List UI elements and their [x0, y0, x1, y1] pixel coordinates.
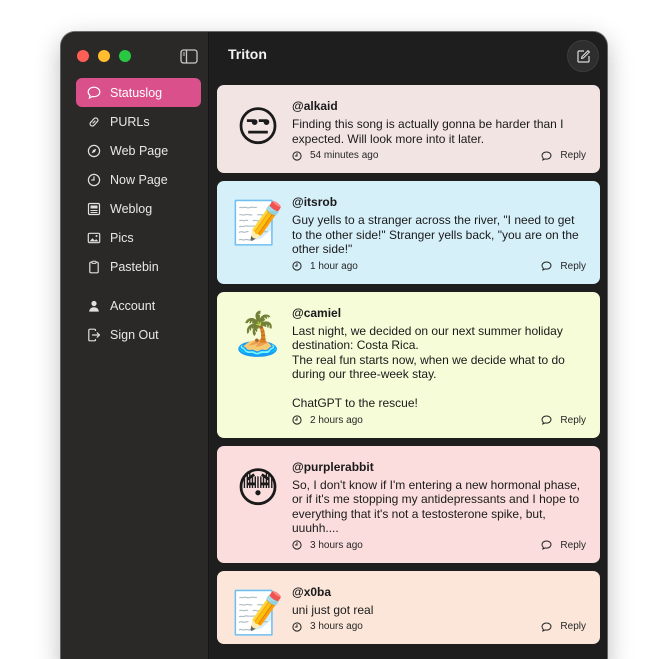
- reply-label: Reply: [560, 621, 586, 632]
- avatar: 🏝️: [231, 309, 285, 357]
- close-window-button[interactable]: [77, 50, 89, 62]
- reply-label: Reply: [560, 539, 586, 551]
- post-meta: 3 hours ago Reply: [292, 540, 586, 551]
- clipboard-icon: [86, 259, 102, 275]
- avatar: 😳: [236, 463, 280, 511]
- post-handle[interactable]: @alkaid: [292, 99, 586, 113]
- sidebar-item-label: Statuslog: [110, 85, 163, 100]
- app-title: Triton: [228, 46, 267, 62]
- post-meta: 2 hours ago Reply: [292, 415, 586, 426]
- reply-bubble-icon: [541, 540, 556, 550]
- status-feed: 😒 @alkaid Finding this song is actually go…: [217, 85, 600, 652]
- clock-icon: [292, 621, 306, 632]
- reply-button[interactable]: Reply: [541, 261, 586, 272]
- timestamp-text: 3 hours ago: [310, 621, 363, 632]
- sidebar: Statuslog PURLs Web Page Now Page Weblog…: [61, 32, 209, 659]
- reply-bubble-icon: [541, 415, 556, 425]
- sidebar-item-account[interactable]: Account: [76, 291, 201, 320]
- post-meta: 3 hours ago Reply: [292, 621, 586, 632]
- timestamp-text: 1 hour ago: [310, 260, 358, 272]
- reply-label: Reply: [560, 414, 586, 426]
- status-card[interactable]: 📝 @x0ba uni just got real 3 hours ago Reply: [217, 570, 600, 644]
- reply-button[interactable]: Reply: [541, 150, 586, 161]
- sidebar-item-pastebin[interactable]: Pastebin: [76, 252, 201, 281]
- timestamp-text: 3 hours ago: [310, 539, 363, 551]
- reply-label: Reply: [560, 150, 586, 161]
- clock-icon: [292, 540, 306, 550]
- post-handle[interactable]: @camiel: [292, 306, 586, 320]
- post-text: Finding this song is actually gonna be h…: [292, 117, 564, 146]
- avatar: 📝: [231, 199, 285, 246]
- post-timestamp[interactable]: 54 minutes ago: [292, 150, 378, 161]
- post-meta: 54 minutes ago Reply: [292, 150, 586, 161]
- sidebar-item-weblog[interactable]: Weblog: [76, 194, 201, 223]
- status-card[interactable]: 🏝️ @camiel Last night, we decided on our n…: [217, 291, 600, 438]
- post-meta: 1 hour ago Reply: [292, 261, 586, 272]
- compose-button[interactable]: [567, 40, 599, 72]
- sidebar-item-label: Account: [110, 298, 156, 313]
- sidebar-toggle-icon[interactable]: [179, 46, 199, 66]
- post-handle[interactable]: @itsrob: [292, 195, 586, 209]
- post-text: uni just got real: [292, 602, 374, 617]
- sidebar-item-label: Now Page: [110, 172, 168, 187]
- timestamp-text: 2 hours ago: [310, 414, 363, 426]
- sidebar-item-label: Web Page: [110, 143, 169, 158]
- clock-icon: [292, 261, 306, 271]
- post-handle[interactable]: @purplerabbit: [292, 460, 586, 474]
- compass-icon: [86, 143, 102, 159]
- status-card[interactable]: 😳 @purplerabbit So, I don't know if I'm en…: [217, 445, 600, 563]
- reply-button[interactable]: Reply: [541, 621, 586, 632]
- link-icon: [86, 114, 102, 130]
- post-text: So, I don't know if I'm entering a new h…: [292, 477, 581, 536]
- compose-icon: [576, 49, 590, 63]
- sidebar-nav: Statuslog PURLs Web Page Now Page Weblog…: [76, 78, 201, 349]
- status-card[interactable]: 😒 @alkaid Finding this song is actually go…: [217, 85, 600, 173]
- sidebar-item-label: Sign Out: [110, 327, 159, 342]
- reply-button[interactable]: Reply: [541, 415, 586, 426]
- post-handle[interactable]: @x0ba: [292, 585, 586, 599]
- person-icon: [86, 298, 102, 314]
- avatar: 😒: [236, 103, 280, 150]
- sign-out-icon: [86, 327, 102, 343]
- sidebar-item-pics[interactable]: Pics: [76, 223, 201, 252]
- post-timestamp[interactable]: 3 hours ago: [292, 621, 363, 632]
- sidebar-item-label: Pics: [110, 230, 134, 245]
- sidebar-item-label: Pastebin: [110, 259, 159, 274]
- sidebar-item-now-page[interactable]: Now Page: [76, 165, 201, 194]
- post-timestamp[interactable]: 3 hours ago: [292, 540, 363, 551]
- post-timestamp[interactable]: 1 hour ago: [292, 261, 358, 272]
- speech-bubble-icon: [86, 85, 102, 101]
- sidebar-item-web-page[interactable]: Web Page: [76, 136, 201, 165]
- app-window: Statuslog PURLs Web Page Now Page Weblog…: [61, 32, 607, 659]
- clock-icon: [292, 415, 306, 425]
- newspaper-icon: [86, 201, 102, 217]
- photo-icon: [86, 230, 102, 246]
- reply-label: Reply: [560, 260, 586, 272]
- reply-bubble-icon: [541, 621, 556, 632]
- timestamp-text: 54 minutes ago: [310, 150, 379, 161]
- sidebar-item-label: Weblog: [110, 201, 153, 216]
- title-bar: Triton: [209, 32, 607, 80]
- avatar: 📝: [231, 588, 285, 636]
- post-timestamp[interactable]: 2 hours ago: [292, 415, 363, 426]
- reply-bubble-icon: [541, 261, 556, 271]
- minimize-window-button[interactable]: [98, 50, 110, 62]
- zoom-window-button[interactable]: [119, 50, 131, 62]
- reply-bubble-icon: [541, 150, 556, 161]
- clock-icon: [292, 150, 306, 161]
- sidebar-item-label: PURLs: [110, 114, 150, 129]
- sidebar-item-statuslog[interactable]: Statuslog: [76, 78, 201, 107]
- clock-icon: [86, 172, 102, 188]
- reply-button[interactable]: Reply: [541, 540, 586, 551]
- post-text: Guy yells to a stranger across the river…: [292, 213, 579, 256]
- status-card[interactable]: 📝 @itsrob Guy yells to a stranger across t…: [217, 181, 600, 284]
- sidebar-item-sign-out[interactable]: Sign Out: [76, 320, 201, 349]
- post-text: Last night, we decided on our next summe…: [292, 323, 565, 411]
- sidebar-item-purls[interactable]: PURLs: [76, 107, 201, 136]
